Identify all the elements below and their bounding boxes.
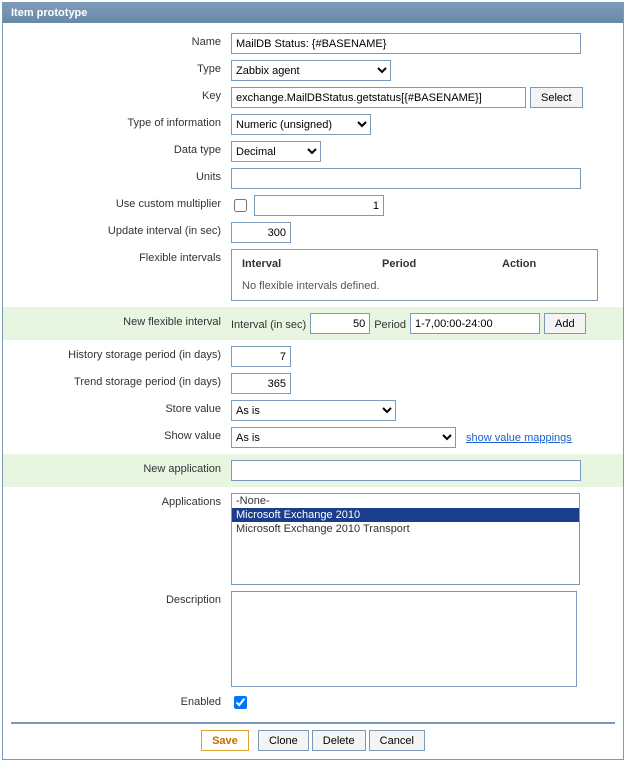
label-interval-sec: Interval (in sec) — [231, 316, 306, 331]
label-apps: Applications — [11, 493, 231, 508]
delete-button[interactable]: Delete — [312, 730, 366, 751]
panel-title: Item prototype — [3, 3, 623, 23]
data-type-select[interactable]: Decimal — [231, 141, 321, 162]
label-store-value: Store value — [11, 400, 231, 415]
label-new-flex: New flexible interval — [11, 313, 231, 328]
add-button[interactable]: Add — [544, 313, 586, 334]
actions-bar: Save Clone Delete Cancel — [11, 722, 615, 751]
type-select[interactable]: Zabbix agent — [231, 60, 391, 81]
label-flex-int: Flexible intervals — [11, 249, 231, 264]
col-action: Action — [502, 258, 587, 270]
key-input[interactable] — [231, 87, 526, 108]
cancel-button[interactable]: Cancel — [369, 730, 425, 751]
col-period: Period — [382, 258, 502, 270]
name-input[interactable] — [231, 33, 581, 54]
label-period: Period — [374, 316, 406, 331]
label-show-value: Show value — [11, 427, 231, 442]
label-key: Key — [11, 87, 231, 102]
save-button[interactable]: Save — [201, 730, 249, 751]
show-mappings-link[interactable]: show value mappings — [466, 432, 572, 444]
clone-button[interactable]: Clone — [258, 730, 309, 751]
use-mult-checkbox[interactable] — [234, 199, 247, 212]
label-type: Type — [11, 60, 231, 75]
label-new-app: New application — [11, 460, 231, 475]
label-use-mult: Use custom multiplier — [11, 195, 231, 210]
col-interval: Interval — [242, 258, 382, 270]
applications-option[interactable]: Microsoft Exchange 2010 — [232, 508, 579, 522]
select-button[interactable]: Select — [530, 87, 583, 108]
enabled-checkbox[interactable] — [234, 696, 247, 709]
flex-empty-msg: No flexible intervals defined. — [242, 280, 587, 292]
info-type-select[interactable]: Numeric (unsigned) — [231, 114, 371, 135]
item-prototype-panel: Item prototype Name Type Zabbix agent Ke… — [2, 2, 624, 760]
applications-listbox[interactable]: -None-Microsoft Exchange 2010Microsoft E… — [231, 493, 580, 585]
new-flex-sec-input[interactable] — [310, 313, 370, 334]
label-desc: Description — [11, 591, 231, 606]
store-value-select[interactable]: As is — [231, 400, 396, 421]
description-textarea[interactable] — [231, 591, 577, 687]
new-app-input[interactable] — [231, 460, 581, 481]
label-update-int: Update interval (in sec) — [11, 222, 231, 237]
flexible-intervals-box: Interval Period Action No flexible inter… — [231, 249, 598, 301]
trend-input[interactable] — [231, 373, 291, 394]
show-value-select[interactable]: As is — [231, 427, 456, 448]
mult-value-input[interactable] — [254, 195, 384, 216]
label-trend: Trend storage period (in days) — [11, 373, 231, 388]
label-name: Name — [11, 33, 231, 48]
history-input[interactable] — [231, 346, 291, 367]
label-history: History storage period (in days) — [11, 346, 231, 361]
label-enabled: Enabled — [11, 693, 231, 708]
applications-option[interactable]: Microsoft Exchange 2010 Transport — [232, 522, 579, 536]
new-flex-period-input[interactable] — [410, 313, 540, 334]
update-int-input[interactable] — [231, 222, 291, 243]
units-input[interactable] — [231, 168, 581, 189]
applications-option[interactable]: -None- — [232, 494, 579, 508]
label-data-type: Data type — [11, 141, 231, 156]
label-units: Units — [11, 168, 231, 183]
label-info-type: Type of information — [11, 114, 231, 129]
